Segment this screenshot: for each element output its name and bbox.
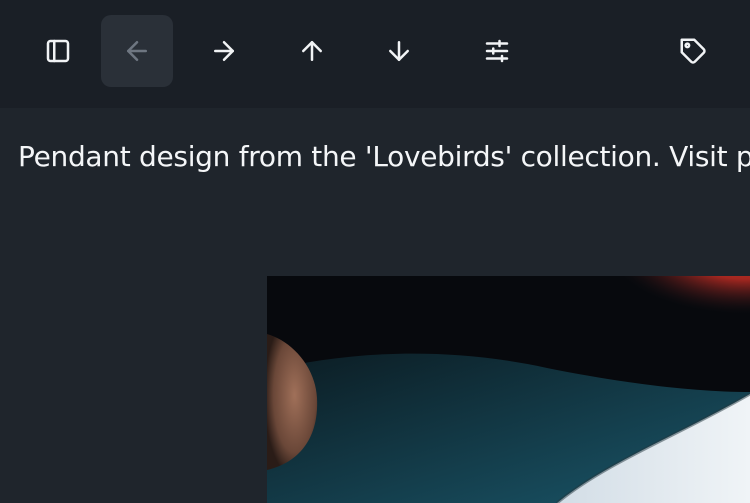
forward-button[interactable]	[188, 15, 260, 87]
next-button[interactable]	[363, 15, 435, 87]
adjustments-button[interactable]	[461, 15, 533, 87]
top-toolbar	[0, 0, 750, 108]
arrow-left-icon	[122, 36, 152, 66]
preview-image	[267, 276, 750, 503]
image-caption: Pendant design from the 'Lovebirds' coll…	[18, 140, 750, 173]
arrow-right-icon	[209, 36, 239, 66]
arrow-down-icon	[384, 36, 414, 66]
arrow-up-icon	[297, 36, 327, 66]
previous-button[interactable]	[276, 15, 348, 87]
sidebar-toggle-button[interactable]	[22, 15, 94, 87]
app-window: Pendant design from the 'Lovebirds' coll…	[0, 0, 750, 503]
photo-icon	[267, 276, 750, 503]
sidebar-icon	[43, 36, 73, 66]
back-button[interactable]	[101, 15, 173, 87]
sliders-icon	[482, 36, 512, 66]
tag-icon	[678, 36, 708, 66]
tag-button[interactable]	[657, 15, 729, 87]
